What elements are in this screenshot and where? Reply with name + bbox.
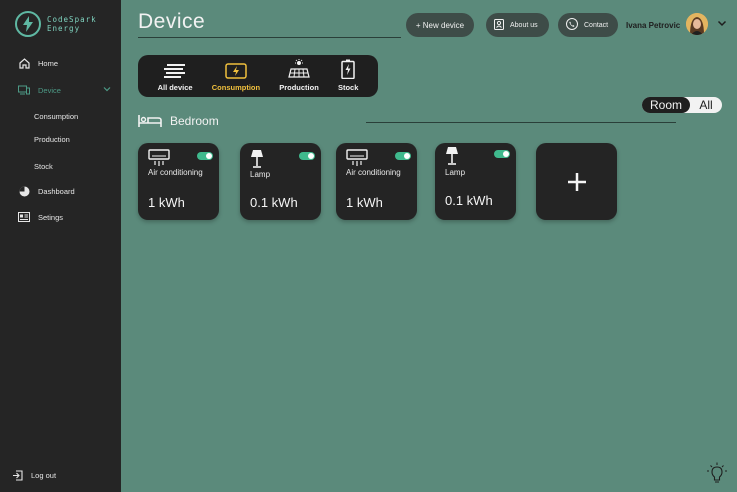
about-us-label: About us [510, 21, 538, 29]
power-toggle[interactable] [395, 152, 411, 160]
device-card[interactable]: Lamp 0.1 kWh [240, 143, 321, 220]
new-device-label: + New device [415, 20, 465, 30]
chevron-down-icon[interactable] [102, 84, 112, 94]
new-device-button[interactable]: + New device [406, 13, 474, 37]
device-consumption: 0.1 kWh [445, 193, 493, 208]
power-toggle[interactable] [494, 150, 510, 158]
sidebar-item-label: Home [38, 58, 59, 68]
filter-label: Consumption [211, 83, 261, 92]
sidebar-item-label: Device [38, 85, 61, 95]
sidebar-item-settings[interactable]: Setings [18, 211, 63, 223]
logout-label: Log out [31, 470, 57, 480]
power-toggle[interactable] [197, 152, 213, 160]
toggle-room[interactable]: Room [642, 97, 690, 113]
id-card-icon [18, 211, 30, 223]
pie-chart-icon [18, 185, 30, 197]
bed-icon [138, 115, 162, 127]
logout-button[interactable]: Log out [11, 469, 56, 481]
contact-button[interactable]: Contact [558, 13, 618, 37]
main-content: Device + New device About us Contact Iva… [121, 0, 737, 492]
filter-consumption[interactable]: Consumption [212, 63, 260, 92]
device-filter-bar: All device Consumption Production Stock [138, 55, 378, 97]
room-header: Bedroom [138, 114, 219, 128]
sidebar-item-home[interactable]: Home [18, 57, 58, 69]
plus-icon [567, 172, 586, 191]
about-us-button[interactable]: About us [486, 13, 549, 37]
room-name: Bedroom [170, 114, 219, 128]
filter-all-device[interactable]: All device [158, 63, 193, 92]
device-name: Lamp [445, 168, 466, 177]
battery-icon [341, 59, 355, 79]
lamp-icon [251, 150, 263, 168]
devices-icon [18, 84, 30, 96]
device-consumption: 1 kWh [148, 195, 185, 210]
logout-icon [11, 469, 23, 481]
sidebar-item-label: Dashboard [38, 186, 75, 196]
lightning-logo-icon [15, 11, 41, 37]
title-underline [138, 37, 401, 38]
home-icon [18, 57, 30, 69]
solar-panel-icon [288, 59, 310, 78]
device-consumption: 1 kWh [346, 195, 383, 210]
sidebar-item-device[interactable]: Device [18, 84, 61, 96]
brand-subtitle: Energy [47, 24, 81, 33]
page-title: Device [138, 10, 206, 33]
room-divider [366, 122, 676, 123]
sidebar-subitem-stock[interactable]: Stock [34, 162, 53, 171]
filter-label: All device [157, 83, 193, 92]
sidebar: CodeSpark Energy Home Device Consumption… [0, 0, 121, 492]
brand-name: CodeSpark [47, 15, 97, 24]
chevron-down-icon[interactable] [716, 17, 728, 29]
add-device-button[interactable] [536, 143, 617, 220]
lamp-icon [446, 147, 458, 165]
user-name[interactable]: Ivana Petrovic [626, 21, 680, 30]
device-name: Air conditioning [346, 168, 401, 177]
device-name: Air conditioning [148, 168, 203, 177]
filter-label: Stock [337, 83, 359, 92]
sidebar-subitem-production[interactable]: Production [34, 135, 70, 144]
air-conditioner-icon [148, 149, 170, 166]
device-card[interactable]: Air conditioning 1 kWh [138, 143, 219, 220]
bars-icon [164, 64, 186, 78]
filter-label: Production [279, 83, 319, 92]
sidebar-item-label: Setings [38, 212, 64, 222]
phone-icon [566, 18, 578, 32]
filter-stock[interactable]: Stock [338, 59, 358, 92]
power-toggle[interactable] [299, 152, 315, 160]
device-name: Lamp [250, 170, 271, 179]
sidebar-subitem-consumption[interactable]: Consumption [34, 112, 78, 121]
device-card[interactable]: Air conditioning 1 kWh [336, 143, 417, 220]
view-toggle: Room All [642, 97, 722, 113]
flash-icon [225, 63, 247, 79]
air-conditioner-icon [346, 149, 368, 166]
brand-logo[interactable]: CodeSpark Energy [15, 11, 97, 37]
sidebar-item-dashboard[interactable]: Dashboard [18, 185, 75, 197]
avatar[interactable] [686, 13, 708, 35]
filter-production[interactable]: Production [279, 59, 319, 92]
toggle-all[interactable]: All [690, 97, 722, 113]
contact-card-icon [494, 18, 504, 32]
device-consumption: 0.1 kWh [250, 195, 298, 210]
lightbulb-icon[interactable] [706, 462, 728, 486]
contact-label: Contact [584, 21, 609, 29]
device-card[interactable]: Lamp 0.1 kWh [435, 143, 516, 220]
